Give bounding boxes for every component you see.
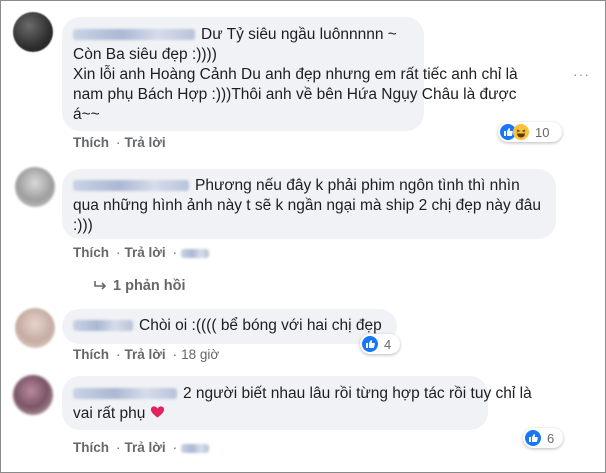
blurred-author-name[interactable]: [73, 320, 133, 332]
blurred-author-name[interactable]: [73, 388, 177, 400]
comment-actions: Thích · Trả lời ·: [73, 440, 213, 455]
avatar[interactable]: [13, 375, 53, 415]
heart-emoji-icon: [150, 406, 164, 418]
separator-dot: ·: [172, 347, 178, 362]
view-replies[interactable]: 1 phản hồi: [93, 278, 186, 294]
blurred-timestamp[interactable]: [181, 248, 210, 258]
blurred-author-name[interactable]: [73, 180, 189, 192]
like-link[interactable]: Thích: [73, 440, 109, 455]
reaction-summary[interactable]: 10: [498, 122, 562, 142]
comment-text-line: Còn Ba siêu đẹp :)))): [73, 46, 217, 63]
like-link[interactable]: Thích: [73, 347, 109, 362]
comment-text-line: qua những hình ảnh này t sẽ k ngần ngại …: [73, 197, 541, 214]
comment-text-line: Xin lỗi anh Hoàng Cảnh Du anh đẹp nhưng …: [73, 66, 518, 83]
avatar[interactable]: [13, 12, 53, 52]
blurred-timestamp[interactable]: [181, 443, 210, 453]
reply-link[interactable]: Trả lời: [125, 135, 166, 150]
reply-link[interactable]: Trả lời: [125, 347, 166, 362]
comment-text-line: vai rất phụ: [73, 404, 165, 424]
comment-text-line: nam phụ Bách Hợp :)))Thôi anh về bên Hứa…: [73, 86, 517, 103]
reaction-summary[interactable]: 6: [523, 428, 563, 448]
separator-dot: ·: [172, 245, 178, 260]
comment-text-line: Phương nếu đây k phải phim ngôn tình thì…: [73, 176, 520, 196]
haha-reaction-icon: [513, 124, 529, 140]
like-reaction-icon: [525, 430, 541, 446]
avatar[interactable]: [15, 308, 55, 348]
reply-link[interactable]: Trả lời: [125, 440, 166, 455]
separator-dot: ·: [116, 245, 121, 260]
comment-text-line: á~~: [73, 106, 100, 123]
timestamp[interactable]: 18 giờ: [181, 347, 219, 362]
avatar[interactable]: [15, 167, 55, 207]
comment-actions: Thích · Trả lời · 18 giờ: [73, 347, 223, 362]
blurred-author-name[interactable]: [73, 29, 195, 41]
reaction-summary[interactable]: 4: [360, 334, 400, 354]
comment-text-line: Chòi oi :(((( bể bóng với hai chị đẹp: [73, 316, 382, 336]
comment-text-line: Dư Tỷ siêu ngầu luônnnnn ~: [73, 25, 397, 45]
like-link[interactable]: Thích: [73, 135, 109, 150]
more-options-icon[interactable]: ···: [573, 66, 590, 82]
separator-dot: ·: [116, 347, 121, 362]
separator-dot: ·: [116, 440, 121, 455]
like-reaction-icon: [362, 336, 378, 352]
comment-actions: Thích · Trả lời: [73, 135, 170, 150]
like-link[interactable]: Thích: [73, 245, 109, 260]
replies-count-label: 1 phản hồi: [113, 278, 186, 294]
reply-arrow-icon: [94, 281, 107, 290]
separator-dot: ·: [116, 135, 121, 150]
reaction-count: 10: [535, 124, 550, 140]
reaction-count: 4: [384, 336, 392, 352]
comment-text-line: 2 người biết nhau lâu rồi từng hợp tác r…: [73, 384, 532, 404]
reaction-count: 6: [547, 430, 555, 446]
separator-dot: ·: [172, 440, 178, 455]
comment-actions: Thích · Trả lời ·: [73, 245, 213, 260]
comment-text-line: :))): [73, 217, 93, 234]
reply-link[interactable]: Trả lời: [125, 245, 166, 260]
